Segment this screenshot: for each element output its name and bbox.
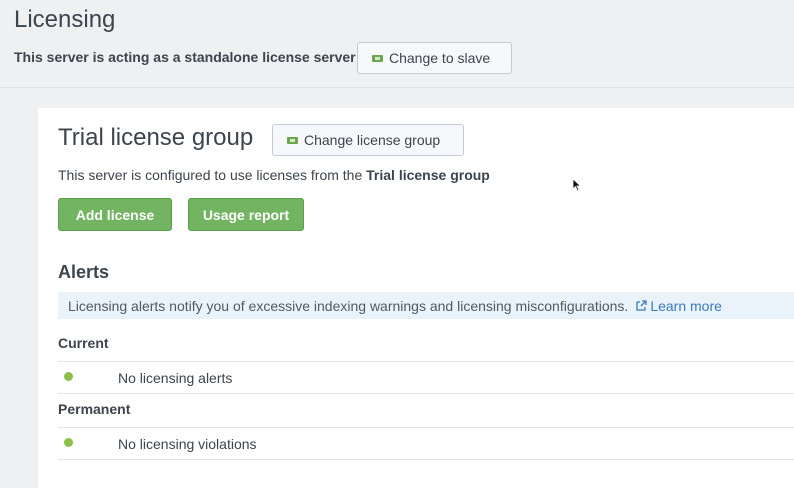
- change-to-slave-button[interactable]: Change to slave: [357, 42, 512, 74]
- alerts-heading: Alerts: [58, 262, 110, 282]
- permanent-alert-row: No licensing violations: [58, 427, 794, 460]
- current-alert-message: No licensing alerts: [118, 370, 233, 386]
- description-group-name: Trial license group: [366, 167, 490, 183]
- learn-more-link[interactable]: Learn more: [636, 298, 722, 314]
- alerts-info-bar: Licensing alerts notify you of excessive…: [58, 292, 794, 319]
- license-group-description: This server is configured to use license…: [58, 167, 490, 183]
- permanent-alerts-label: Permanent: [58, 401, 131, 417]
- permanent-alert-message: No licensing violations: [118, 436, 257, 452]
- external-link-icon: [636, 300, 647, 311]
- current-alert-row: No licensing alerts: [58, 361, 794, 394]
- page-title: Licensing: [14, 6, 116, 33]
- alerts-info-text: Licensing alerts notify you of excessive…: [68, 297, 629, 314]
- status-dot-icon: [64, 372, 73, 381]
- license-ticket-icon: [372, 54, 383, 62]
- add-license-button[interactable]: Add license: [58, 198, 172, 231]
- status-dot-icon: [64, 438, 73, 447]
- description-prefix: This server is configured to use license…: [58, 167, 367, 183]
- change-to-slave-label: Change to slave: [389, 50, 491, 66]
- usage-report-button[interactable]: Usage report: [188, 198, 304, 231]
- change-license-group-button[interactable]: Change license group: [272, 124, 464, 156]
- license-ticket-icon: [287, 136, 298, 144]
- license-group-title: Trial license group: [58, 124, 254, 151]
- mouse-cursor-icon: [572, 178, 582, 192]
- server-status-text: This server is acting as a standalone li…: [14, 49, 356, 65]
- page-header: Licensing This server is acting as a sta…: [0, 0, 794, 88]
- learn-more-label: Learn more: [650, 297, 722, 314]
- change-license-group-label: Change license group: [304, 132, 441, 148]
- current-alerts-label: Current: [58, 335, 109, 351]
